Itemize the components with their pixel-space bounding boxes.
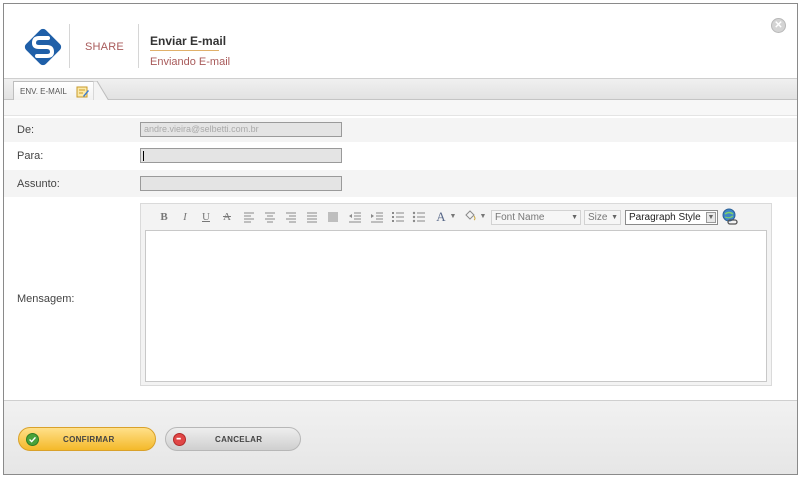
confirm-label: CONFIRMAR: [63, 435, 115, 444]
tab-content-top: [4, 100, 797, 116]
font-color-button[interactable]: A: [435, 209, 447, 225]
font-size-value: Size: [588, 212, 608, 223]
message-editor-area[interactable]: [145, 230, 767, 382]
align-right-icon[interactable]: [284, 209, 298, 225]
chevron-down-icon: ▼: [706, 212, 716, 223]
strikethrough-button[interactable]: A: [221, 209, 233, 225]
italic-button[interactable]: I: [179, 209, 191, 225]
subject-row: Assunto:: [4, 170, 797, 197]
cancel-label: CANCELAR: [215, 435, 263, 444]
indent-icon[interactable]: [370, 209, 384, 225]
header-divider: [138, 24, 139, 68]
dialog-title: Enviar E-mail: [150, 34, 227, 48]
message-label: Mensagem:: [17, 293, 75, 305]
ordered-list-icon[interactable]: [391, 209, 405, 225]
dialog-footer: CONFIRMAR CANCELAR: [4, 400, 797, 474]
font-name-select[interactable]: Font Name ▼: [491, 210, 581, 225]
close-icon: ✕: [774, 20, 783, 31]
editor-toolbar: B I U A A ▼ ▼ Font Name ▼ Size ▼ Paragra…: [145, 207, 767, 228]
to-row: Para:: [4, 143, 797, 170]
dialog-subtitle: Enviando E-mail: [150, 56, 231, 68]
cancel-icon: [173, 433, 186, 446]
paragraph-style-value: Paragraph Style: [629, 212, 701, 223]
chevron-down-icon: ▼: [611, 214, 618, 221]
full-justify-icon[interactable]: [326, 209, 340, 225]
from-row: De: andre.vieira@selbetti.com.br: [4, 118, 797, 142]
underline-button[interactable]: U: [200, 209, 212, 225]
to-field[interactable]: [140, 148, 342, 163]
check-icon: [26, 433, 39, 446]
text-caret: [143, 151, 144, 161]
chevron-down-icon: ▼: [571, 214, 578, 221]
rich-text-editor: B I U A A ▼ ▼ Font Name ▼ Size ▼ Paragra…: [140, 203, 772, 386]
font-size-select[interactable]: Size ▼: [584, 210, 621, 225]
font-name-value: Font Name: [495, 212, 545, 223]
confirm-button[interactable]: CONFIRMAR: [18, 427, 156, 451]
tab-strip: ENV. E-MAIL: [4, 78, 797, 101]
tab-edge: [93, 81, 109, 101]
align-center-icon[interactable]: [263, 209, 277, 225]
edit-note-icon: [76, 86, 89, 98]
unordered-list-icon[interactable]: [412, 209, 426, 225]
cancel-button[interactable]: CANCELAR: [165, 427, 301, 451]
outdent-icon[interactable]: [348, 209, 362, 225]
from-label: De:: [17, 124, 35, 136]
font-color-dropdown-icon[interactable]: ▼: [449, 209, 457, 225]
app-name: SHARE: [85, 41, 124, 53]
align-justify-icon[interactable]: [305, 209, 319, 225]
insert-link-icon[interactable]: [722, 208, 739, 226]
close-button[interactable]: ✕: [771, 18, 786, 33]
subject-field[interactable]: [140, 176, 342, 191]
tab-env-email[interactable]: ENV. E-MAIL: [13, 81, 97, 101]
header-divider: [69, 24, 70, 68]
highlight-dropdown-icon[interactable]: ▼: [479, 209, 487, 225]
from-field[interactable]: andre.vieira@selbetti.com.br: [140, 122, 342, 137]
share-logo-icon: [24, 28, 62, 66]
title-underline: [150, 50, 219, 51]
paragraph-style-select[interactable]: Paragraph Style ▼: [625, 210, 718, 225]
highlight-color-icon[interactable]: [463, 209, 477, 225]
dialog-header: SHARE Enviar E-mail Enviando E-mail ✕: [4, 4, 797, 76]
email-dialog: SHARE Enviar E-mail Enviando E-mail ✕ EN…: [3, 3, 798, 475]
tab-label: ENV. E-MAIL: [20, 87, 67, 96]
align-left-icon[interactable]: [242, 209, 256, 225]
to-label: Para:: [17, 150, 44, 162]
bold-button[interactable]: B: [158, 209, 170, 225]
subject-label: Assunto:: [17, 178, 60, 190]
